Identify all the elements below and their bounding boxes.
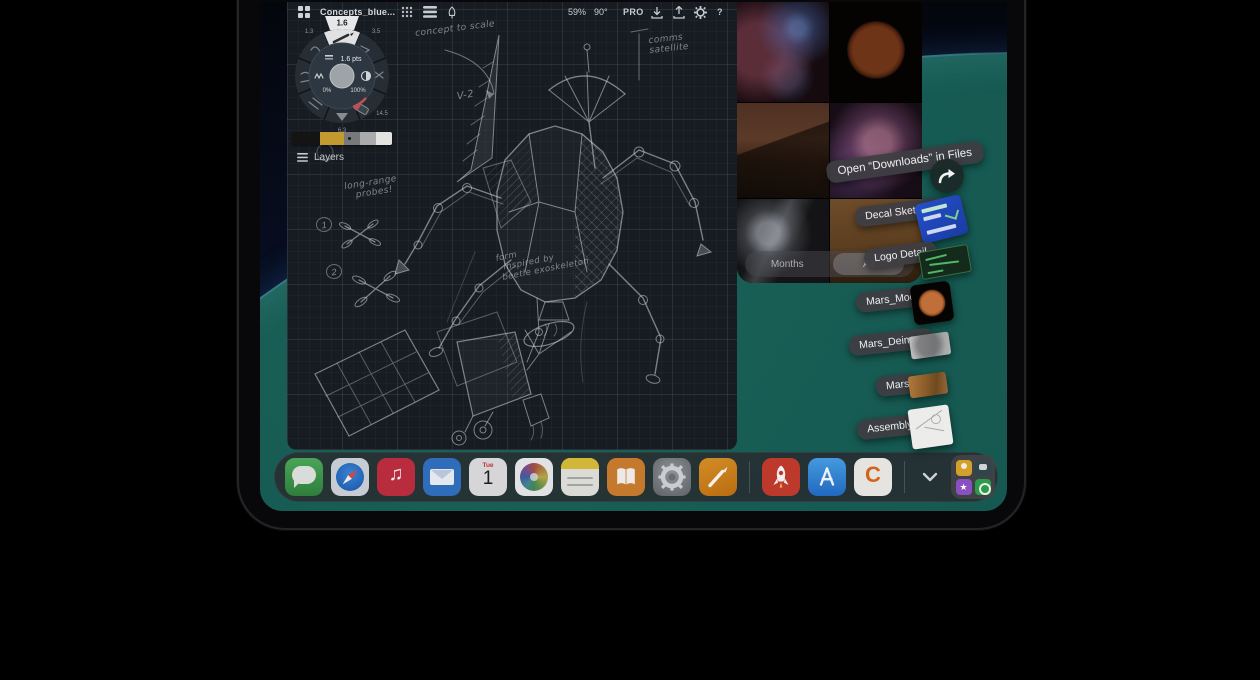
- canvas-rotation[interactable]: 90°: [594, 5, 608, 19]
- camera-mini-icon: [975, 460, 991, 476]
- ipad-screen: concept to scale comms satellite V-2 lon…: [260, 2, 1007, 511]
- star-mini-icon: ★: [956, 479, 972, 495]
- chevron-down-icon: [921, 471, 939, 483]
- selected-swatch-dot: [348, 137, 351, 140]
- pen-icon: [699, 458, 737, 496]
- swatch-black[interactable]: [292, 132, 320, 145]
- photo-mars-landscape[interactable]: [737, 103, 829, 198]
- mars-model-thumbnail[interactable]: [909, 280, 954, 325]
- flower-pinwheel-icon: [520, 463, 548, 491]
- assembly-sketch-thumbnail[interactable]: [907, 404, 953, 449]
- dock-divider: [749, 461, 750, 493]
- calendar-app-icon[interactable]: Tue 1: [469, 458, 507, 496]
- gear-icon: [653, 458, 691, 496]
- brush-preview-circle: [330, 64, 354, 88]
- share-drop-button[interactable]: [930, 159, 964, 193]
- settings-gear-icon[interactable]: [694, 5, 707, 19]
- dock-divider-2: [904, 461, 905, 493]
- zoom-level[interactable]: 59%: [568, 5, 586, 19]
- concepts-app-icon[interactable]: [699, 458, 737, 496]
- suggested-apps-folder[interactable]: ★: [951, 455, 995, 499]
- ipad-device-frame: concept to scale comms satellite V-2 lon…: [237, 0, 1026, 530]
- concepts-app-window: concept to scale comms satellite V-2 lon…: [287, 2, 737, 450]
- mail-app-icon[interactable]: [423, 458, 461, 496]
- active-size-label: 1.6: [336, 19, 348, 28]
- calendar-day: 1: [469, 469, 507, 488]
- import-icon[interactable]: [651, 5, 663, 19]
- letter-c-logo: C: [854, 462, 892, 488]
- hamburger-icon: [297, 153, 308, 162]
- svg-text:14.5: 14.5: [376, 111, 388, 117]
- safari-app-icon[interactable]: [331, 458, 369, 496]
- photo-grid: [737, 2, 922, 283]
- export-icon[interactable]: [673, 5, 685, 19]
- photos-app-icon[interactable]: [515, 458, 553, 496]
- collapse-suggestions-button[interactable]: [917, 464, 943, 490]
- layers-label: Layers: [314, 152, 344, 163]
- books-app-icon[interactable]: [607, 458, 645, 496]
- photo-nebula-blue[interactable]: [737, 2, 829, 102]
- help-icon[interactable]: ?: [717, 5, 723, 19]
- envelope-icon: [430, 469, 454, 485]
- messages-app-icon[interactable]: [285, 458, 323, 496]
- green-mini-icon: [975, 479, 991, 495]
- dots-grid-icon[interactable]: [401, 5, 413, 19]
- c-app-icon[interactable]: C: [854, 458, 892, 496]
- forward-arrow-icon: [937, 168, 957, 184]
- svg-text:1.3: 1.3: [305, 29, 314, 35]
- photos-panel: Months All: [737, 2, 922, 283]
- tips-mini-icon: [956, 460, 972, 476]
- swatch-gray-selected[interactable]: [344, 132, 360, 145]
- rocket-app-icon[interactable]: [762, 458, 800, 496]
- svg-text:3.5: 3.5: [372, 29, 381, 35]
- settings-app-icon[interactable]: [653, 458, 691, 496]
- pen-nib-icon[interactable]: [446, 5, 458, 19]
- open-book-icon: [607, 458, 645, 496]
- tool-wheel[interactable]: 1.6: [289, 12, 395, 143]
- pro-badge[interactable]: PRO: [623, 5, 644, 19]
- swatch-gold[interactable]: [320, 132, 344, 145]
- layers-button[interactable]: Layers: [297, 152, 344, 163]
- annotation-comms-satellite: comms satellite: [648, 32, 689, 57]
- notes-app-icon[interactable]: [561, 458, 599, 496]
- layers-stack-icon[interactable]: [423, 5, 437, 19]
- music-note-icon: ♫: [377, 463, 415, 486]
- dock: ♫ Tue 1: [274, 452, 998, 502]
- swatch-white[interactable]: [376, 132, 392, 145]
- svg-text:100%: 100%: [350, 88, 366, 94]
- segment-months[interactable]: Months: [745, 259, 830, 270]
- photo-mars-planet[interactable]: [830, 2, 922, 102]
- svg-text:0%: 0%: [323, 88, 332, 94]
- app-store-a-icon: [808, 458, 846, 496]
- svg-text:1.6 pts: 1.6 pts: [340, 56, 362, 63]
- music-app-icon[interactable]: ♫: [377, 458, 415, 496]
- rocket-icon: [762, 458, 800, 496]
- app-store-app-icon[interactable]: [808, 458, 846, 496]
- swatch-silver[interactable]: [360, 132, 376, 145]
- color-swatch-bar: [292, 132, 392, 145]
- page-background: concept to scale comms satellite V-2 lon…: [0, 0, 1260, 680]
